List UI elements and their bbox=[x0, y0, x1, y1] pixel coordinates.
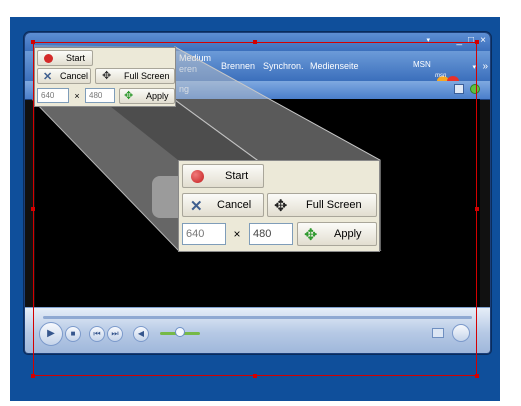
resize-handle-top-right[interactable] bbox=[475, 40, 479, 44]
screenshot: { "wmp": { "tabs": ["Medium", "Brennen",… bbox=[0, 0, 521, 406]
resize-handle-top[interactable] bbox=[253, 40, 257, 44]
resize-handle-bottom-left[interactable] bbox=[31, 374, 35, 378]
resize-handle-top-left[interactable] bbox=[31, 40, 35, 44]
resize-handle-bottom-right[interactable] bbox=[475, 374, 479, 378]
resize-handle-right[interactable] bbox=[475, 207, 479, 211]
selection-rectangle[interactable] bbox=[33, 42, 477, 376]
resize-handle-left[interactable] bbox=[31, 207, 35, 211]
resize-handle-bottom[interactable] bbox=[253, 374, 257, 378]
